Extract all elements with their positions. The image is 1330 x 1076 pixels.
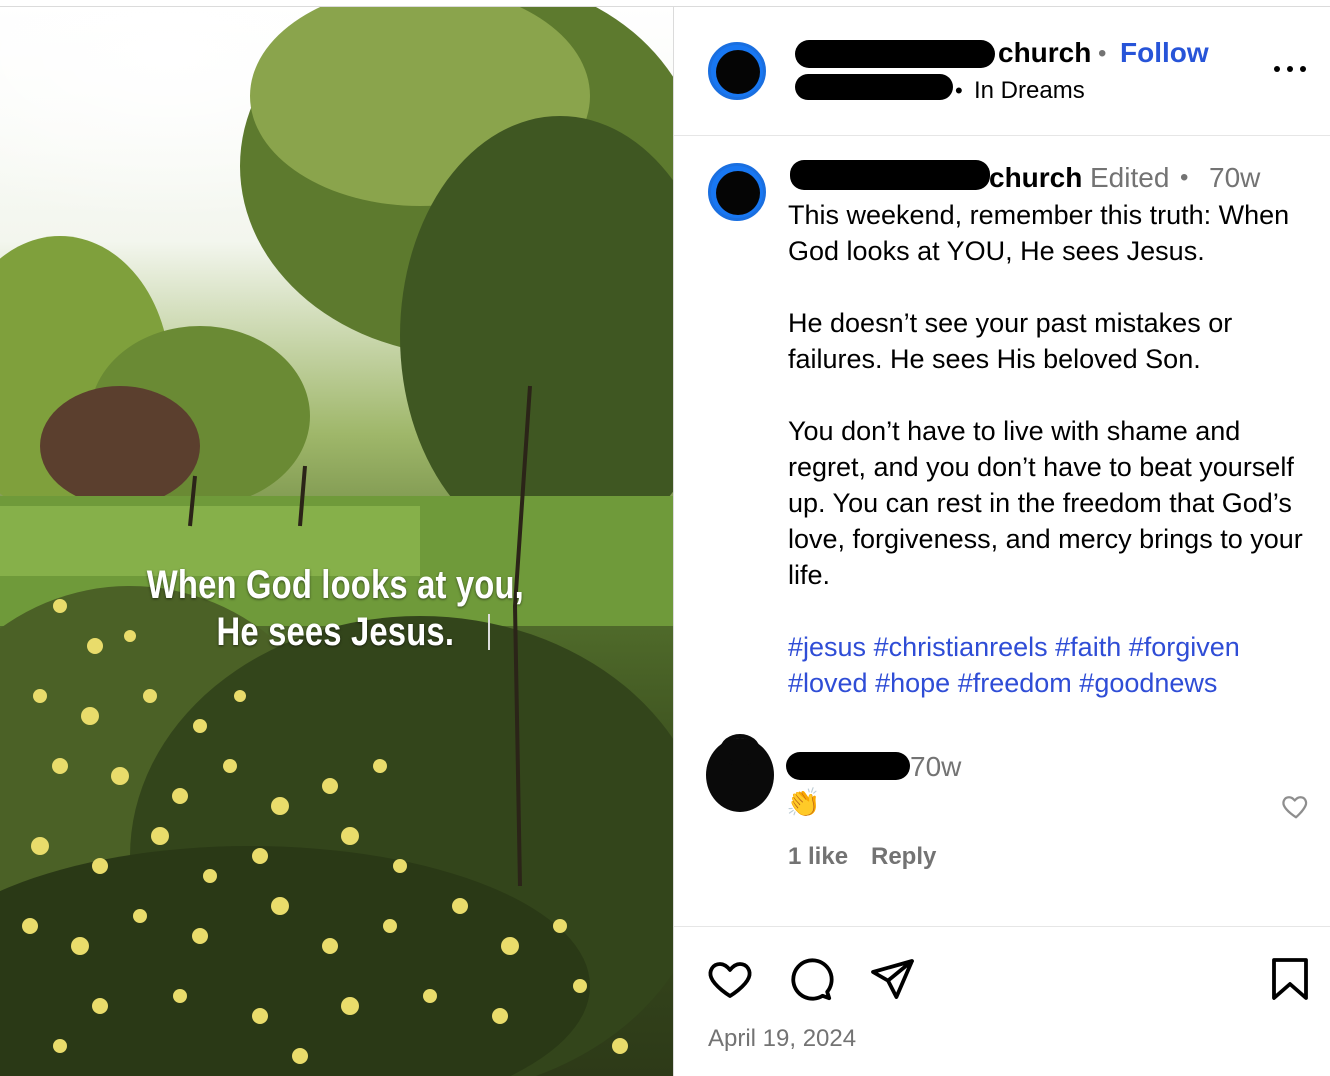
hashtag-link[interactable]: #christianreels bbox=[874, 632, 1048, 662]
reply-button[interactable]: Reply bbox=[871, 843, 936, 871]
redacted-caption-username bbox=[790, 160, 990, 190]
caption-paragraph: You don’t have to live with shame and re… bbox=[788, 416, 1303, 590]
top-border bbox=[0, 6, 1330, 7]
comment-timestamp[interactable]: 70w bbox=[910, 751, 961, 783]
caption-text: This weekend, remember this truth: When … bbox=[788, 197, 1323, 701]
hashtag-link[interactable]: #loved bbox=[788, 668, 868, 698]
overlay-text-line2: He sees Jesus. bbox=[216, 610, 455, 654]
park-scene-image bbox=[0, 6, 673, 1076]
redacted-username bbox=[795, 40, 995, 68]
comments-divider bbox=[674, 926, 1330, 927]
post-date[interactable]: April 19, 2024 bbox=[708, 1025, 856, 1053]
comment-heart-icon[interactable] bbox=[1280, 791, 1312, 821]
location-separator: • bbox=[955, 78, 963, 103]
comment-text: 👏 bbox=[786, 787, 821, 818]
comment-icon[interactable] bbox=[786, 955, 834, 1003]
post-media[interactable]: When God looks at you, He sees Jesus. bbox=[0, 6, 673, 1076]
hashtag-link[interactable]: #hope bbox=[875, 668, 950, 698]
follow-button[interactable]: Follow bbox=[1120, 37, 1209, 69]
caption-avatar[interactable] bbox=[708, 163, 766, 221]
redacted-collaborator bbox=[795, 74, 953, 100]
caption-paragraph: He doesn’t see your past mistakes or fai… bbox=[788, 308, 1233, 374]
commenter-avatar[interactable] bbox=[706, 734, 774, 812]
caption-separator: • bbox=[1180, 164, 1189, 191]
hashtag-link[interactable]: #faith bbox=[1055, 632, 1121, 662]
overlay-text-line1: When God looks at you, bbox=[146, 563, 524, 607]
heart-icon[interactable] bbox=[706, 955, 754, 1003]
caption-timestamp[interactable]: 70w bbox=[1209, 162, 1260, 194]
header-divider bbox=[674, 135, 1330, 136]
share-icon[interactable] bbox=[868, 955, 916, 1003]
edited-label: Edited bbox=[1090, 162, 1170, 193]
author-username[interactable]: church bbox=[998, 37, 1091, 69]
more-options-icon[interactable] bbox=[1272, 58, 1308, 82]
text-cursor bbox=[488, 614, 490, 650]
hashtag-link[interactable]: #jesus bbox=[788, 632, 866, 662]
caption-username[interactable]: church bbox=[989, 162, 1082, 194]
panel-divider bbox=[673, 6, 674, 1076]
redacted-commenter bbox=[786, 752, 910, 780]
header-separator: • bbox=[1098, 40, 1107, 67]
caption-paragraph: This weekend, remember this truth: When … bbox=[788, 200, 1290, 266]
hashtag-link[interactable]: #freedom bbox=[958, 668, 1072, 698]
location-link[interactable]: In Dreams bbox=[974, 77, 1085, 105]
comment-like-count[interactable]: 1 like bbox=[788, 843, 848, 871]
hashtag-link[interactable]: #goodnews bbox=[1079, 668, 1217, 698]
bookmark-icon[interactable] bbox=[1266, 955, 1314, 1003]
hashtag-list: #jesus #christianreels #faith #forgiven … bbox=[788, 629, 1323, 701]
hashtag-link[interactable]: #forgiven bbox=[1129, 632, 1240, 662]
author-avatar[interactable] bbox=[708, 42, 766, 100]
